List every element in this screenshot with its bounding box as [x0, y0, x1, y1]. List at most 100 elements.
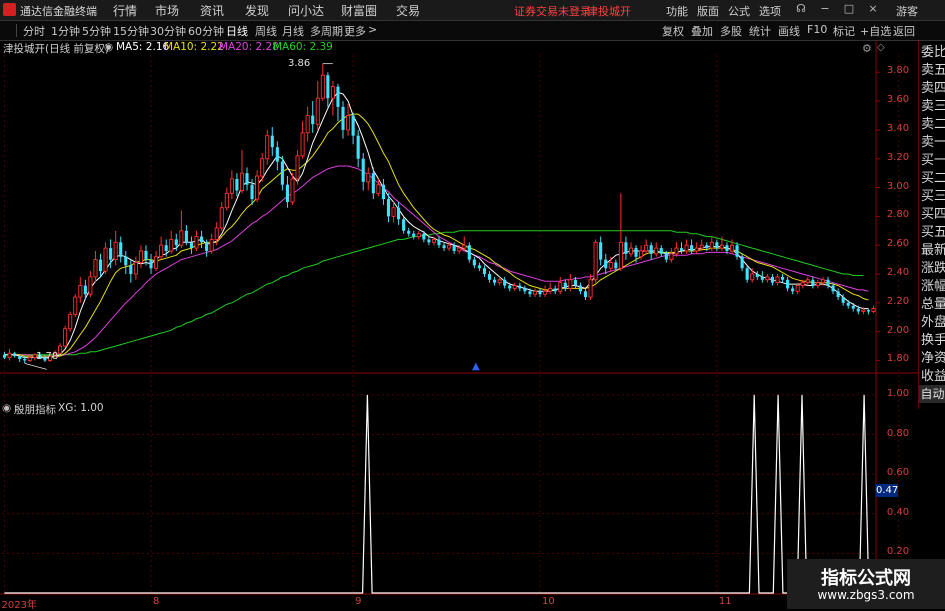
- candle-body: [219, 207, 224, 229]
- side-item-12[interactable]: 涨跌: [921, 257, 945, 276]
- candle: [138, 245, 143, 269]
- candle-body: [78, 285, 83, 298]
- candle: [315, 80, 320, 130]
- candle: [199, 230, 204, 249]
- candle-body: [725, 245, 729, 251]
- candle: [745, 265, 749, 283]
- candle-body: [412, 233, 416, 237]
- candle-body: [604, 259, 608, 269]
- candle: [422, 230, 426, 243]
- side-item-4[interactable]: 卖二: [921, 113, 945, 132]
- xg-indicator-series: [4, 394, 874, 594]
- candle-body: [397, 207, 401, 220]
- sub-y-tick-label: 0.40: [886, 506, 910, 518]
- side-item-11[interactable]: 最新: [921, 239, 945, 258]
- candle-body: [750, 273, 755, 281]
- candle: [791, 285, 795, 295]
- candle: [2, 351, 7, 360]
- side-item-16[interactable]: 换手: [921, 329, 945, 348]
- side-item-18[interactable]: 收益: [921, 365, 945, 384]
- candle: [149, 253, 153, 275]
- candle-body: [755, 274, 759, 277]
- ma10-line: [4, 113, 869, 357]
- y-tick-label: 3.40: [886, 122, 910, 134]
- candle: [300, 121, 305, 159]
- candle-body: [386, 199, 391, 217]
- candle: [512, 282, 517, 292]
- candle-body: [659, 248, 663, 254]
- candle: [270, 127, 274, 156]
- candle-body: [209, 238, 214, 252]
- side-item-8[interactable]: 买三: [921, 185, 945, 204]
- side-item-2[interactable]: 卖四: [921, 77, 945, 96]
- candle: [311, 101, 315, 133]
- candle: [770, 274, 774, 286]
- candle-body: [154, 256, 159, 269]
- candle-body: [583, 291, 588, 298]
- candle-body: [58, 345, 63, 354]
- candle: [285, 176, 290, 208]
- candle-body: [518, 285, 522, 289]
- side-item-15[interactable]: 外盘: [921, 311, 945, 330]
- candle: [811, 276, 815, 289]
- candle-body: [482, 268, 487, 275]
- candle: [674, 242, 679, 257]
- candle-body: [503, 279, 507, 286]
- candle: [229, 170, 234, 200]
- candle-body: [856, 308, 860, 312]
- candle-body: [255, 175, 260, 200]
- candle: [336, 83, 340, 122]
- watermark-banner: 指标公式网 www.zbgs3.com: [787, 559, 945, 609]
- candle-body: [159, 244, 164, 258]
- side-item-5[interactable]: 卖一: [921, 131, 945, 150]
- side-item-14[interactable]: 总量: [921, 293, 945, 312]
- candle-body: [300, 132, 305, 157]
- candle-body: [811, 279, 815, 286]
- candle: [224, 187, 229, 211]
- side-item-10[interactable]: 买五: [921, 221, 945, 240]
- candle: [427, 236, 431, 246]
- candle-body: [730, 244, 735, 252]
- ma5-series: [4, 91, 869, 359]
- candle-body: [275, 147, 279, 162]
- candle: [326, 72, 330, 107]
- candle: [563, 279, 567, 292]
- candle: [330, 80, 335, 116]
- candle-body: [109, 248, 113, 260]
- candle: [442, 242, 446, 251]
- candle-body: [265, 135, 270, 160]
- candle: [780, 274, 785, 283]
- candle-body: [462, 244, 467, 249]
- side-item-13[interactable]: 涨幅: [921, 275, 945, 294]
- side-item-1[interactable]: 卖五: [921, 59, 945, 78]
- candle-body: [416, 233, 421, 238]
- side-item-6[interactable]: 买一: [921, 149, 945, 168]
- candle-body: [103, 247, 108, 272]
- side-item-3[interactable]: 卖三: [921, 95, 945, 114]
- side-item-9[interactable]: 买四: [921, 203, 945, 222]
- candle: [412, 230, 416, 240]
- candle-body: [63, 328, 68, 347]
- candlestick-series: [2, 63, 876, 364]
- candle: [129, 259, 133, 283]
- side-item-7[interactable]: 买二: [921, 167, 945, 186]
- candle-body: [639, 250, 644, 258]
- candle-body: [174, 239, 178, 246]
- candle-body: [705, 245, 709, 249]
- candle: [755, 271, 759, 280]
- candle: [815, 279, 820, 289]
- candle-body: [866, 310, 870, 312]
- candle-body: [361, 158, 365, 182]
- candle: [805, 276, 810, 286]
- candle: [437, 236, 441, 249]
- split-arrow-icon[interactable]: ▲: [472, 361, 480, 372]
- candle: [786, 276, 790, 292]
- kline-chart-area[interactable]: [0, 0, 945, 609]
- candle: [73, 294, 78, 318]
- side-item-0[interactable]: 委比: [921, 41, 945, 60]
- side-item-17[interactable]: 净资: [921, 347, 945, 366]
- candle-body: [745, 268, 749, 280]
- candle-body: [13, 353, 17, 357]
- candle: [98, 253, 103, 277]
- auto-button[interactable]: 自动: [919, 385, 945, 403]
